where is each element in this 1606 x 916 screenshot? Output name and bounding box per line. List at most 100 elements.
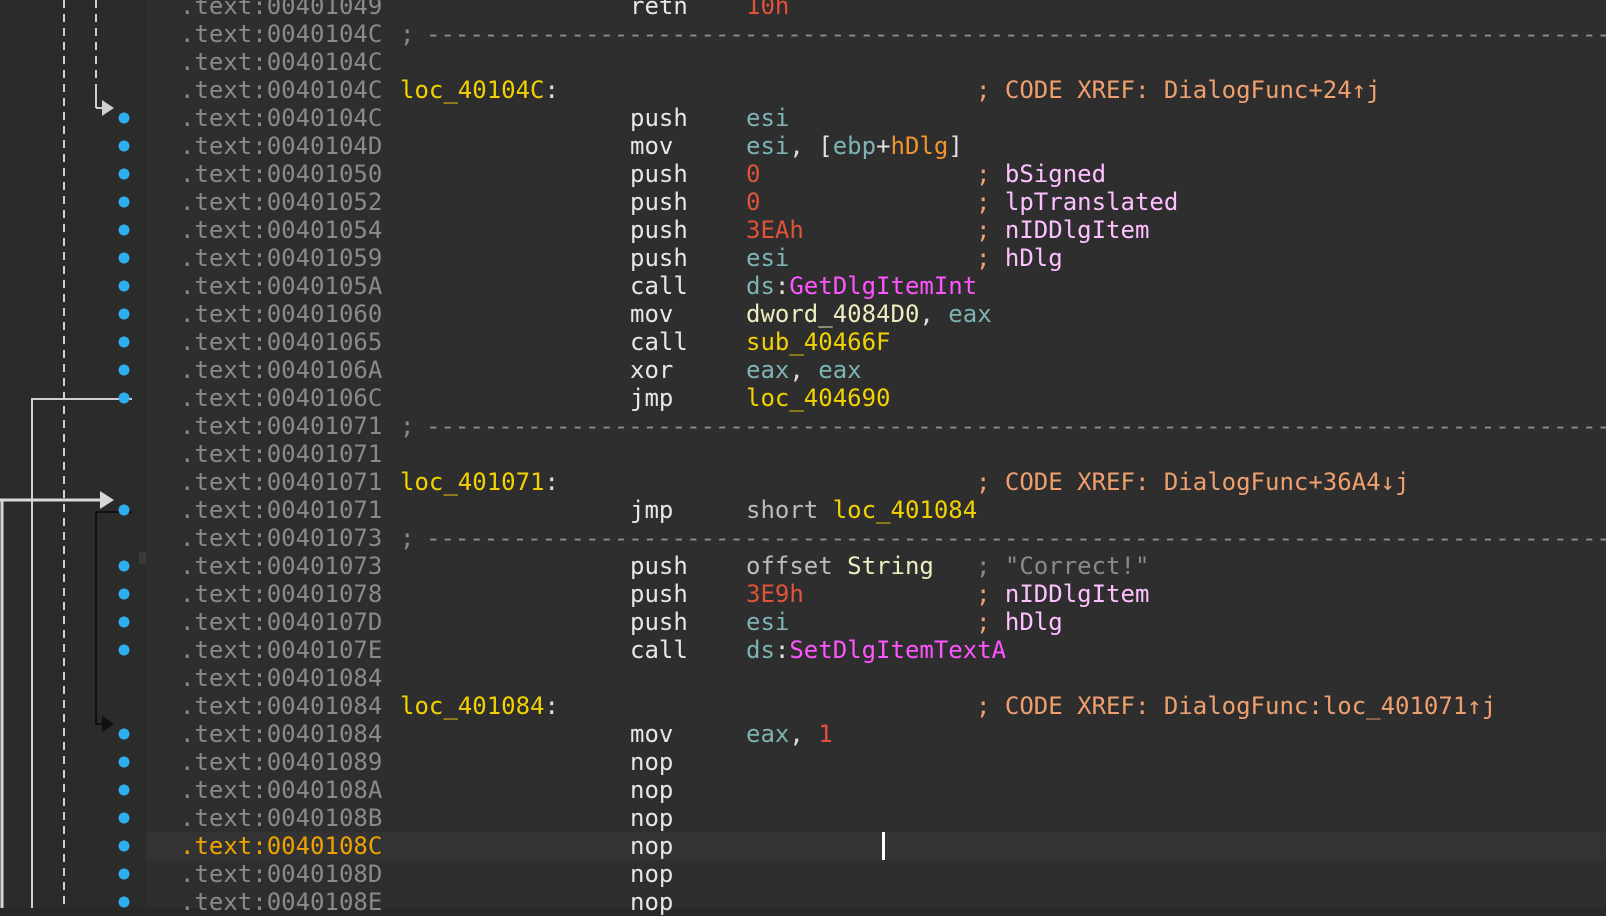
listing-line[interactable]: .text:0040104C loc_40104C: ; CODE XREF: Di…	[146, 76, 1606, 104]
operands: sub_40466F	[746, 328, 891, 356]
listing-line[interactable]: .text:0040104C push esi	[146, 104, 1606, 132]
operands: 0	[746, 188, 760, 216]
operand-reg[interactable]: eax	[746, 356, 789, 384]
listing-line[interactable]: .text:0040107D push esi; hDlg	[146, 608, 1606, 636]
listing-line[interactable]: .text:00401049 retn 10h	[146, 0, 1606, 20]
listing-line[interactable]: .text:00401084	[146, 664, 1606, 692]
operand-reg[interactable]: esi	[746, 132, 789, 160]
operand-num: 3EAh	[746, 216, 804, 244]
address: .text:0040104C	[180, 48, 383, 76]
label-colon: :	[544, 76, 559, 104]
operand-api[interactable]: GetDlgItemInt	[789, 272, 977, 300]
mnemonic: xor	[630, 356, 674, 384]
operand-reg[interactable]: eax	[948, 300, 991, 328]
operand-loc[interactable]: loc_401084	[833, 496, 978, 524]
operand-loc[interactable]: loc_404690	[746, 384, 891, 412]
operand-reg[interactable]: eax	[746, 720, 789, 748]
disassembly-listing[interactable]: .text:00401049 retn 10h .text:0040104C; ----…	[146, 0, 1606, 916]
operand-plain[interactable]: String	[847, 552, 934, 580]
scroll-marker	[139, 552, 146, 564]
separator-line: ----------------------------------------…	[426, 20, 1606, 48]
listing-line[interactable]: .text:0040108B nop	[146, 804, 1606, 832]
address: .text:0040106C	[180, 384, 383, 412]
listing-line[interactable]: .text:00401073; -------------------------…	[146, 524, 1606, 552]
listing-line[interactable]: .text:00401059 push esi; hDlg	[146, 244, 1606, 272]
operands: esi, [ebp+hDlg]	[746, 132, 963, 160]
operand-reg[interactable]: esi	[746, 104, 789, 132]
address: .text:00401071	[180, 468, 383, 496]
operand-reg[interactable]: ds	[746, 636, 775, 664]
operand-loc[interactable]: sub_40466F	[746, 328, 891, 356]
operand-api[interactable]: SetDlgItemTextA	[789, 636, 1006, 664]
branch-arrows	[0, 0, 146, 908]
code-label[interactable]: loc_401071:	[400, 468, 559, 496]
listing-line[interactable]: .text:00401065 call sub_40466F	[146, 328, 1606, 356]
operand-reg[interactable]: esi	[746, 608, 789, 636]
address: .text:00401049	[180, 0, 383, 20]
listing-line[interactable]: .text:00401060 mov dword_4084D0, eax	[146, 300, 1606, 328]
listing-line[interactable]: .text:00401071; -------------------------…	[146, 412, 1606, 440]
address: .text:0040104C	[180, 76, 383, 104]
comment-semi: ;	[976, 76, 1005, 104]
operand-var[interactable]: hDlg	[891, 132, 949, 160]
operand-reg[interactable]: esi	[746, 244, 789, 272]
listing-line[interactable]: .text:00401084 loc_401084:; CODE XREF: Di…	[146, 692, 1606, 720]
operand-punc: ,	[789, 356, 819, 384]
mnemonic: push	[630, 104, 688, 132]
text-cursor	[882, 832, 885, 860]
listing-line[interactable]: .text:00401071 jmp short loc_401084	[146, 496, 1606, 524]
operand-punc: ]	[948, 132, 963, 160]
operand-punc: ,	[919, 300, 949, 328]
address: .text:00401078	[180, 580, 383, 608]
operand-punc: ,	[789, 720, 819, 748]
listing-line[interactable]: .text:0040104C; -------------------------…	[146, 20, 1606, 48]
listing-line[interactable]: .text:00401084 mov eax, 1	[146, 720, 1606, 748]
listing-line[interactable]: .text:00401078 push 3E9h; nIDDlgItem	[146, 580, 1606, 608]
operand-reg[interactable]: ds	[746, 272, 775, 300]
listing-line[interactable]: .text:00401054 push 3EAh; nIDDlgItem	[146, 216, 1606, 244]
mnemonic: push	[630, 608, 688, 636]
comment-argc: bSigned	[1004, 160, 1107, 188]
listing-line[interactable]: .text:0040105A call ds:GetDlgItemInt	[146, 272, 1606, 300]
listing-line[interactable]: .text:0040104C	[146, 48, 1606, 76]
listing-line[interactable]: .text:0040108E nop	[146, 888, 1606, 916]
address: .text:00401084	[180, 664, 383, 692]
code-label[interactable]: loc_401084:	[400, 692, 559, 720]
comment-argc: hDlg	[1004, 608, 1063, 636]
address: .text:0040105A	[180, 272, 383, 300]
current-listing-line[interactable]: .text:0040108C nop	[146, 832, 1606, 860]
listing-line[interactable]: .text:00401071 loc_401071:; CODE XREF: Di…	[146, 468, 1606, 496]
comment-semi: ;	[976, 468, 1005, 496]
mnemonic: nop	[630, 860, 674, 888]
address: .text:0040108D	[180, 860, 383, 888]
operands: esi	[746, 608, 789, 636]
operand-plain[interactable]: dword_4084D0	[746, 300, 919, 328]
comment-semi: ;	[976, 608, 1005, 636]
mnemonic: push	[630, 188, 688, 216]
operands: dword_4084D0, eax	[746, 300, 992, 328]
address: .text:0040108C	[180, 832, 383, 860]
operands: 0	[746, 160, 760, 188]
arrowhead-icon	[102, 100, 114, 116]
instruction-node-dot	[118, 392, 130, 404]
instruction-node-dot	[118, 336, 130, 348]
operand-reg[interactable]: ebp	[833, 132, 876, 160]
instruction-node-dot	[118, 252, 130, 264]
listing-line[interactable]: .text:00401073 push offset String ; "Correc…	[146, 552, 1606, 580]
code-label[interactable]: loc_40104C:	[400, 76, 559, 104]
listing-line[interactable]: .text:0040104D mov esi, [ebp+hDlg]	[146, 132, 1606, 160]
operands: ds:SetDlgItemTextA	[746, 636, 1006, 664]
listing-line[interactable]: .text:0040107E call ds:SetDlgItemTextA	[146, 636, 1606, 664]
listing-line[interactable]: .text:0040108D nop	[146, 860, 1606, 888]
comment: ; CODE XREF: DialogFunc+24↑j	[976, 76, 1381, 104]
listing-line[interactable]: .text:00401052 push 0; lpTranslated	[146, 188, 1606, 216]
listing-line[interactable]: .text:0040106A xor eax, eax	[146, 356, 1606, 384]
listing-line[interactable]: .text:00401071	[146, 440, 1606, 468]
listing-line[interactable]: .text:0040106C jmp loc_404690	[146, 384, 1606, 412]
operand-num: 1	[818, 720, 833, 748]
listing-line[interactable]: .text:00401089 nop	[146, 748, 1606, 776]
listing-line[interactable]: .text:0040108A nop	[146, 776, 1606, 804]
mnemonic: nop	[630, 776, 674, 804]
listing-line[interactable]: .text:00401050 push 0; bSigned	[146, 160, 1606, 188]
operand-reg[interactable]: eax	[818, 356, 861, 384]
